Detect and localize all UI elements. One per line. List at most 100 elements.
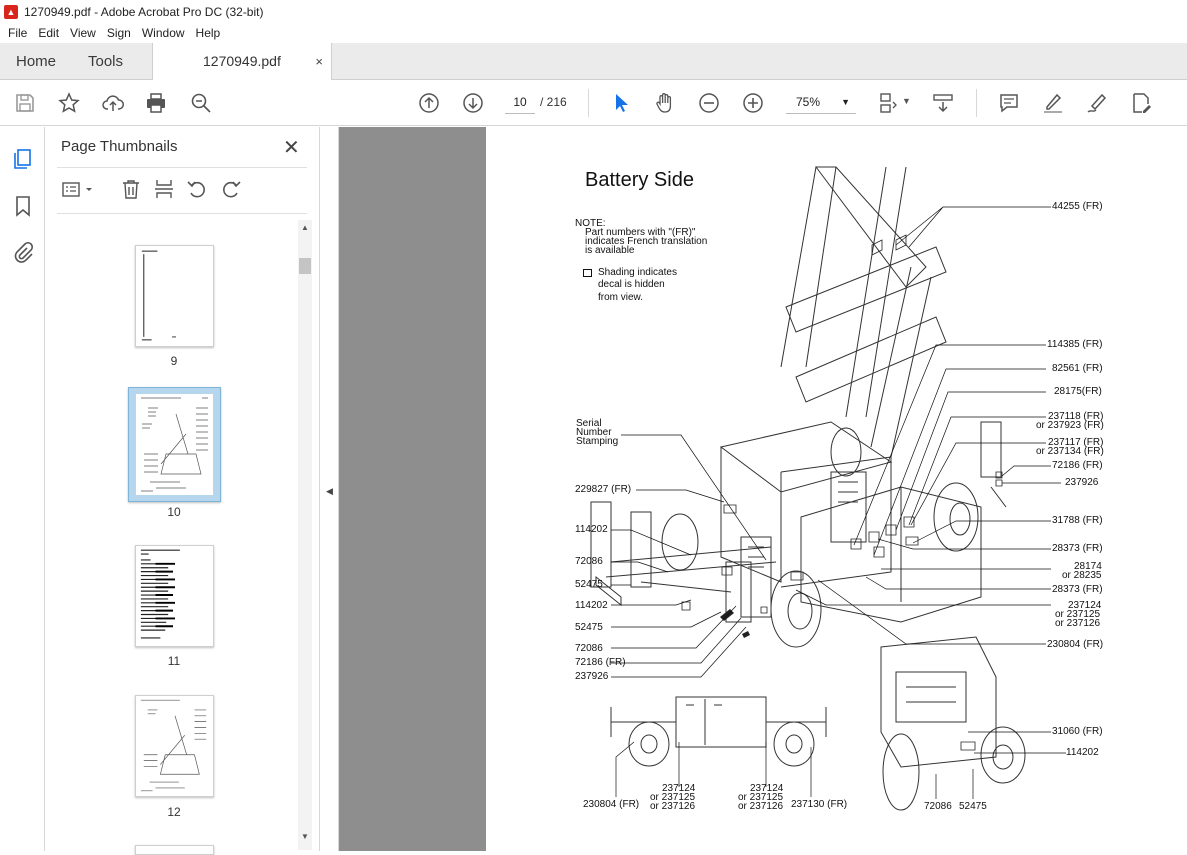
page-thumbnail-9[interactable]	[135, 245, 214, 347]
page-number-input[interactable]: 10	[505, 91, 535, 114]
scroll-mode-icon[interactable]	[931, 91, 955, 115]
part-callout: 44255 (FR)	[1052, 201, 1103, 212]
rotate-clockwise-icon[interactable]	[220, 178, 242, 200]
highlight-pen-icon[interactable]	[1041, 91, 1065, 115]
part-callout: 72186 (FR)	[575, 657, 626, 668]
page-thumbnail-13[interactable]	[135, 845, 214, 855]
page-thumbnails-icon[interactable]	[11, 147, 35, 171]
zoom-in-icon[interactable]	[741, 91, 765, 115]
thumbnail-label: 10	[167, 505, 181, 519]
toolbar: 10 / 216 75% ▼ ▼	[0, 80, 1187, 126]
page-thumbnail-11[interactable]	[135, 545, 214, 647]
part-callout: 72086	[924, 801, 952, 812]
part-callout: or 237126	[738, 801, 784, 812]
zoom-level-value: 75%	[796, 95, 821, 109]
tab-bar: Home Tools 1270949.pdf ×	[0, 43, 1187, 80]
edit-pdf-icon[interactable]	[1129, 91, 1153, 115]
part-callout: 114385 (FR)	[1047, 339, 1103, 350]
zoom-out-icon[interactable]	[697, 91, 721, 115]
window-title: 1270949.pdf - Adobe Acrobat Pro DC (32-b…	[24, 4, 264, 19]
tab-home[interactable]: Home	[16, 43, 56, 80]
close-tab-icon[interactable]: ×	[315, 43, 323, 80]
tab-document-label: 1270949.pdf	[203, 53, 281, 69]
insert-page-icon[interactable]	[153, 178, 175, 200]
zoom-level-select[interactable]: 75% ▼	[786, 91, 856, 114]
page-fit-dropdown-icon[interactable]: ▼	[902, 96, 911, 106]
note-line: is available	[585, 245, 635, 256]
part-callout: 72086	[575, 643, 603, 654]
collapse-panel-arrow-icon[interactable]: ◀	[326, 486, 333, 497]
part-callout: or 237126	[650, 801, 696, 812]
part-callout: 72186 (FR)	[1052, 460, 1103, 471]
upload-cloud-icon[interactable]	[101, 91, 125, 115]
tab-tools[interactable]: Tools	[88, 43, 123, 80]
collapse-panel-strip[interactable]: ◀	[320, 127, 339, 851]
comment-icon[interactable]	[997, 91, 1021, 115]
zoom-search-icon[interactable]	[189, 91, 213, 115]
part-callout: or 237923 (FR)	[1036, 420, 1104, 431]
tab-document[interactable]: 1270949.pdf ×	[152, 43, 332, 80]
thumbnail-options-icon[interactable]	[61, 179, 97, 201]
close-panel-icon[interactable]: ✕	[283, 135, 300, 160]
pdf-page: Battery Side NOTE: Part numbers with "(F…	[486, 127, 1187, 851]
part-callout: 114202	[575, 524, 608, 535]
panel-divider	[57, 167, 307, 168]
menu-view[interactable]: View	[66, 26, 100, 40]
bookmark-icon[interactable]	[11, 194, 35, 218]
thumbnail-label: 9	[170, 354, 178, 368]
part-callout: 31788 (FR)	[1052, 515, 1103, 526]
part-callout: 28175(FR)	[1054, 386, 1102, 397]
part-callout: 230804 (FR)	[1047, 639, 1104, 650]
select-cursor-icon[interactable]	[609, 91, 633, 115]
part-callout: 72086	[575, 556, 603, 567]
print-icon[interactable]	[144, 91, 168, 115]
star-icon[interactable]	[57, 91, 81, 115]
page-thumbnail-12[interactable]	[135, 695, 214, 797]
page-fit-icon[interactable]	[876, 91, 900, 115]
part-callout: or 28235	[1062, 570, 1102, 581]
part-callout: 229827 (FR)	[575, 484, 632, 495]
rotate-counterclockwise-icon[interactable]	[186, 178, 208, 200]
scrollbar-thumb[interactable]	[299, 258, 311, 274]
serial-label: Stamping	[576, 436, 619, 447]
page-thumbnails-panel: Page Thumbnails ✕ 9 10 11 12	[45, 127, 320, 855]
menu-window[interactable]: Window	[138, 26, 189, 40]
sign-pen-icon[interactable]	[1085, 91, 1109, 115]
page-thumbnail-10-selected[interactable]	[128, 387, 221, 502]
panel-title: Page Thumbnails	[61, 138, 178, 155]
thumbnail-scrollbar[interactable]: ▲ ▼	[298, 220, 312, 850]
delete-page-icon[interactable]	[120, 178, 142, 200]
shading-note: Shading indicates	[598, 267, 677, 278]
menu-edit[interactable]: Edit	[34, 26, 63, 40]
menu-sign[interactable]: Sign	[103, 26, 135, 40]
hand-tool-icon[interactable]	[653, 91, 677, 115]
part-callout: 114202	[1066, 747, 1099, 758]
part-callout: 114202	[575, 600, 608, 611]
navigation-rail	[0, 127, 45, 851]
thumbnail-label: 12	[167, 805, 181, 819]
shading-note: from view.	[598, 292, 644, 303]
toolbar-divider	[976, 89, 977, 117]
menu-help[interactable]: Help	[192, 26, 225, 40]
part-callout: 237926	[1065, 477, 1099, 488]
diagram-title: Battery Side	[585, 169, 694, 191]
chevron-down-icon: ▼	[841, 97, 850, 107]
part-callout: 237130 (FR)	[791, 799, 848, 810]
title-bar: ▲ 1270949.pdf - Adobe Acrobat Pro DC (32…	[0, 0, 1187, 23]
part-callout: 31060 (FR)	[1052, 726, 1103, 737]
part-callout: 230804 (FR)	[583, 799, 640, 810]
previous-page-icon[interactable]	[417, 91, 441, 115]
scroll-down-icon[interactable]: ▼	[301, 832, 309, 841]
scroll-up-icon[interactable]: ▲	[301, 223, 309, 232]
part-callout: or 237134 (FR)	[1036, 446, 1104, 457]
menu-file[interactable]: File	[4, 26, 31, 40]
pdf-app-icon: ▲	[4, 4, 18, 19]
shading-legend-box-icon	[583, 269, 592, 277]
next-page-icon[interactable]	[461, 91, 485, 115]
part-callout: 28373 (FR)	[1052, 543, 1103, 554]
thumbnail-label: 11	[167, 654, 181, 668]
save-icon[interactable]	[13, 91, 37, 115]
attachment-paperclip-icon[interactable]	[11, 241, 35, 265]
page-total: / 216	[540, 95, 567, 109]
part-callout: or 237126	[1055, 618, 1101, 629]
